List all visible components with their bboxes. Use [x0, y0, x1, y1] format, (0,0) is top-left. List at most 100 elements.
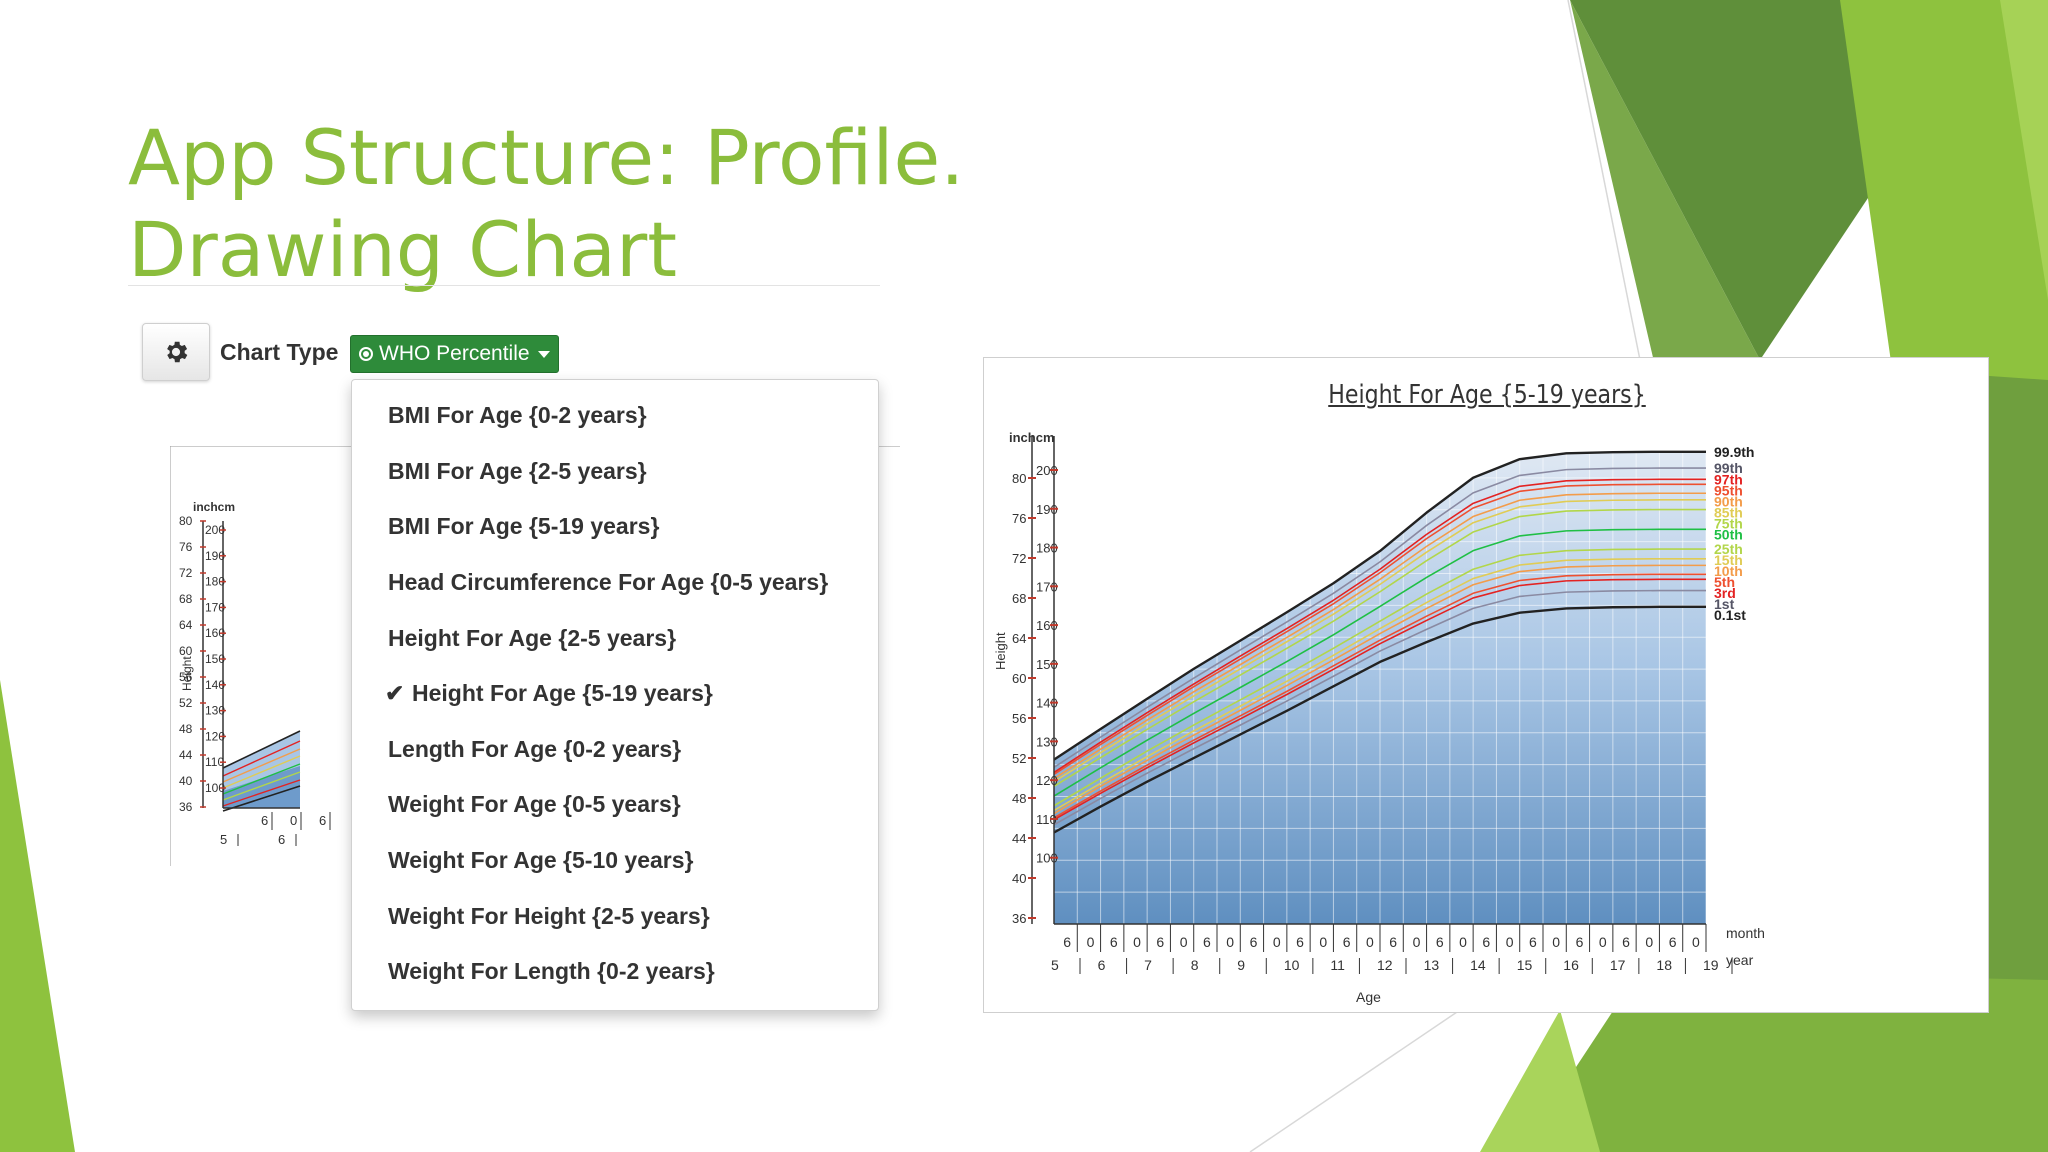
caret-down-icon	[537, 350, 550, 358]
y-inch-tick-label: 76	[1012, 511, 1026, 526]
x-year-tick-label: 5	[1051, 957, 1059, 973]
menu-item-weight-for-height-2-5[interactable]: Weight For Height {2-5 years}	[352, 888, 878, 944]
x-year-tick-label: 11	[1330, 957, 1345, 973]
x-axis-label: Age	[1356, 989, 1381, 1005]
x-month-tick-label: 0	[1552, 934, 1560, 950]
title-divider	[128, 285, 880, 286]
y-inch-tick-label: 56	[1012, 711, 1026, 726]
x-month-tick-label: 6	[1436, 934, 1444, 950]
y-inch-tick-label: 48	[1012, 791, 1026, 806]
x-year-tick-label: 15	[1517, 957, 1533, 973]
x-month-unit-label: month	[1726, 925, 1765, 941]
y-inch-tick-label: 60	[1012, 671, 1026, 686]
x-month-tick-label: 6	[1250, 934, 1258, 950]
mini-inch-tick-label: 36	[179, 800, 193, 814]
menu-item-length-0-2[interactable]: Length For Age {0-2 years}	[352, 722, 878, 778]
x-year-tick-label: 9	[1237, 957, 1245, 973]
x-year-tick-label: 19	[1703, 957, 1719, 973]
legend-label-50th: 50th	[1714, 526, 1743, 542]
chart-type-menu: BMI For Age {0-2 years} BMI For Age {2-5…	[351, 379, 879, 1011]
x-year-tick-label: 8	[1191, 957, 1199, 973]
slide-title: App Structure: Profile. Drawing Chart	[128, 112, 964, 296]
y-inch-tick-label: 52	[1012, 751, 1026, 766]
y-inch-tick-label: 44	[1012, 831, 1026, 846]
slide-title-line-1: App Structure: Profile.	[128, 113, 965, 202]
x-month-tick-label: 0	[1413, 934, 1421, 950]
x-month-tick-label: 0	[1087, 934, 1095, 950]
mini-unit-label: inchcm	[193, 500, 235, 514]
slide-title-line-2: Drawing Chart	[128, 205, 678, 294]
mini-axis-label: Height	[180, 656, 194, 691]
menu-item-height-2-5[interactable]: Height For Age {2-5 years}	[352, 610, 878, 666]
y-inch-tick-label: 68	[1012, 591, 1026, 606]
height-for-age-chart-screenshot: Height For Age {5-19 years} 80 76 72 68 64 60…	[983, 357, 1989, 1013]
mini-inch-tick-label: 40	[179, 774, 193, 788]
x-month-tick-label: 0	[1645, 934, 1653, 950]
mini-inch-tick-label: 76	[179, 540, 193, 554]
chart-type-screenshot: 80 76 72 68 64 60 56 52 48 44 40 36 200 190 180 170 160…	[140, 318, 900, 1018]
x-year-tick-label: 12	[1377, 957, 1393, 973]
menu-item-weight-5-10[interactable]: Weight For Age {5-10 years}	[352, 833, 878, 889]
y-inch-tick-label: 36	[1012, 911, 1026, 926]
x-month-tick-label: 6	[1482, 934, 1490, 950]
x-year-tick-label: 13	[1424, 957, 1440, 973]
y-inch-tick-label: 80	[1012, 471, 1026, 486]
x-month-tick-label: 6	[1203, 934, 1211, 950]
mini-month-tick-label: 0	[290, 813, 297, 828]
x-month-tick-label: 0	[1692, 934, 1700, 950]
x-year-tick-label: 17	[1610, 957, 1626, 973]
x-month-tick-label: 6	[1389, 934, 1397, 950]
mini-month-tick-label: 6	[319, 813, 326, 828]
x-month-tick-label: 0	[1226, 934, 1234, 950]
x-month-tick-label: 0	[1319, 934, 1327, 950]
menu-item-weight-for-length-0-2[interactable]: Weight For Length {0-2 years}	[352, 944, 878, 1000]
legend-label-99-9th: 99.9th	[1714, 444, 1754, 460]
chart-type-value: WHO Percentile	[379, 342, 530, 365]
settings-button[interactable]	[142, 323, 210, 381]
x-year-tick-label: 7	[1144, 957, 1152, 973]
mini-inch-tick-label: 64	[179, 618, 193, 632]
x-year-tick-label: 14	[1470, 957, 1486, 973]
x-month-tick-label: 0	[1133, 934, 1141, 950]
mini-year-tick-label: 6	[278, 832, 285, 847]
menu-item-height-5-19[interactable]: ✔ Height For Age {5-19 years}	[352, 666, 878, 722]
x-month-tick-label: 6	[1669, 934, 1677, 950]
x-month-tick-label: 0	[1180, 934, 1188, 950]
x-month-tick-label: 6	[1110, 934, 1118, 950]
y-inch-tick-label: 40	[1012, 871, 1026, 886]
x-month-tick-label: 6	[1576, 934, 1584, 950]
y-axis-label: Height	[993, 632, 1008, 670]
mini-inch-tick-label: 48	[179, 722, 193, 736]
gear-icon	[167, 341, 188, 363]
x-month-tick-label: 6	[1296, 934, 1304, 950]
x-year-tick-label: 18	[1656, 957, 1672, 973]
x-month-tick-label: 6	[1156, 934, 1164, 950]
chart-type-label: Chart Type	[220, 339, 339, 365]
chart-type-dropdown-button[interactable]: WHO Percentile	[350, 335, 559, 373]
menu-item-head-circumference-0-5[interactable]: Head Circumference For Age {0-5 years}	[352, 555, 878, 611]
menu-item-bmi-2-5[interactable]: BMI For Age {2-5 years}	[352, 444, 878, 500]
x-month-tick-label: 0	[1366, 934, 1374, 950]
x-month-tick-label: 0	[1273, 934, 1281, 950]
x-month-tick-label: 6	[1622, 934, 1630, 950]
mini-inch-tick-label: 72	[179, 566, 193, 580]
radio-circle-icon	[359, 347, 373, 361]
x-year-tick-label: 10	[1284, 957, 1300, 973]
checkmark-icon: ✔	[385, 680, 405, 707]
mini-inch-tick-label: 80	[179, 514, 193, 528]
x-month-tick-label: 6	[1343, 934, 1351, 950]
x-month-tick-label: 0	[1506, 934, 1514, 950]
y-inch-tick-label: 64	[1012, 631, 1026, 646]
x-year-tick-label: 6	[1098, 957, 1106, 973]
menu-item-bmi-5-19[interactable]: BMI For Age {5-19 years}	[352, 499, 878, 555]
mini-inch-tick-label: 52	[179, 696, 193, 710]
x-year-tick-label: 16	[1563, 957, 1579, 973]
x-year-unit-label: year	[1726, 952, 1754, 968]
mini-inch-tick-label: 68	[179, 592, 193, 606]
mini-inch-tick-label: 60	[179, 644, 193, 658]
menu-item-weight-0-5[interactable]: Weight For Age {0-5 years}	[352, 777, 878, 833]
height-for-age-chart: 8076726864605652484440362001901801701601…	[993, 430, 1765, 1005]
x-month-tick-label: 6	[1063, 934, 1071, 950]
x-month-tick-label: 0	[1459, 934, 1467, 950]
menu-item-bmi-0-2[interactable]: BMI For Age {0-2 years}	[352, 388, 878, 444]
